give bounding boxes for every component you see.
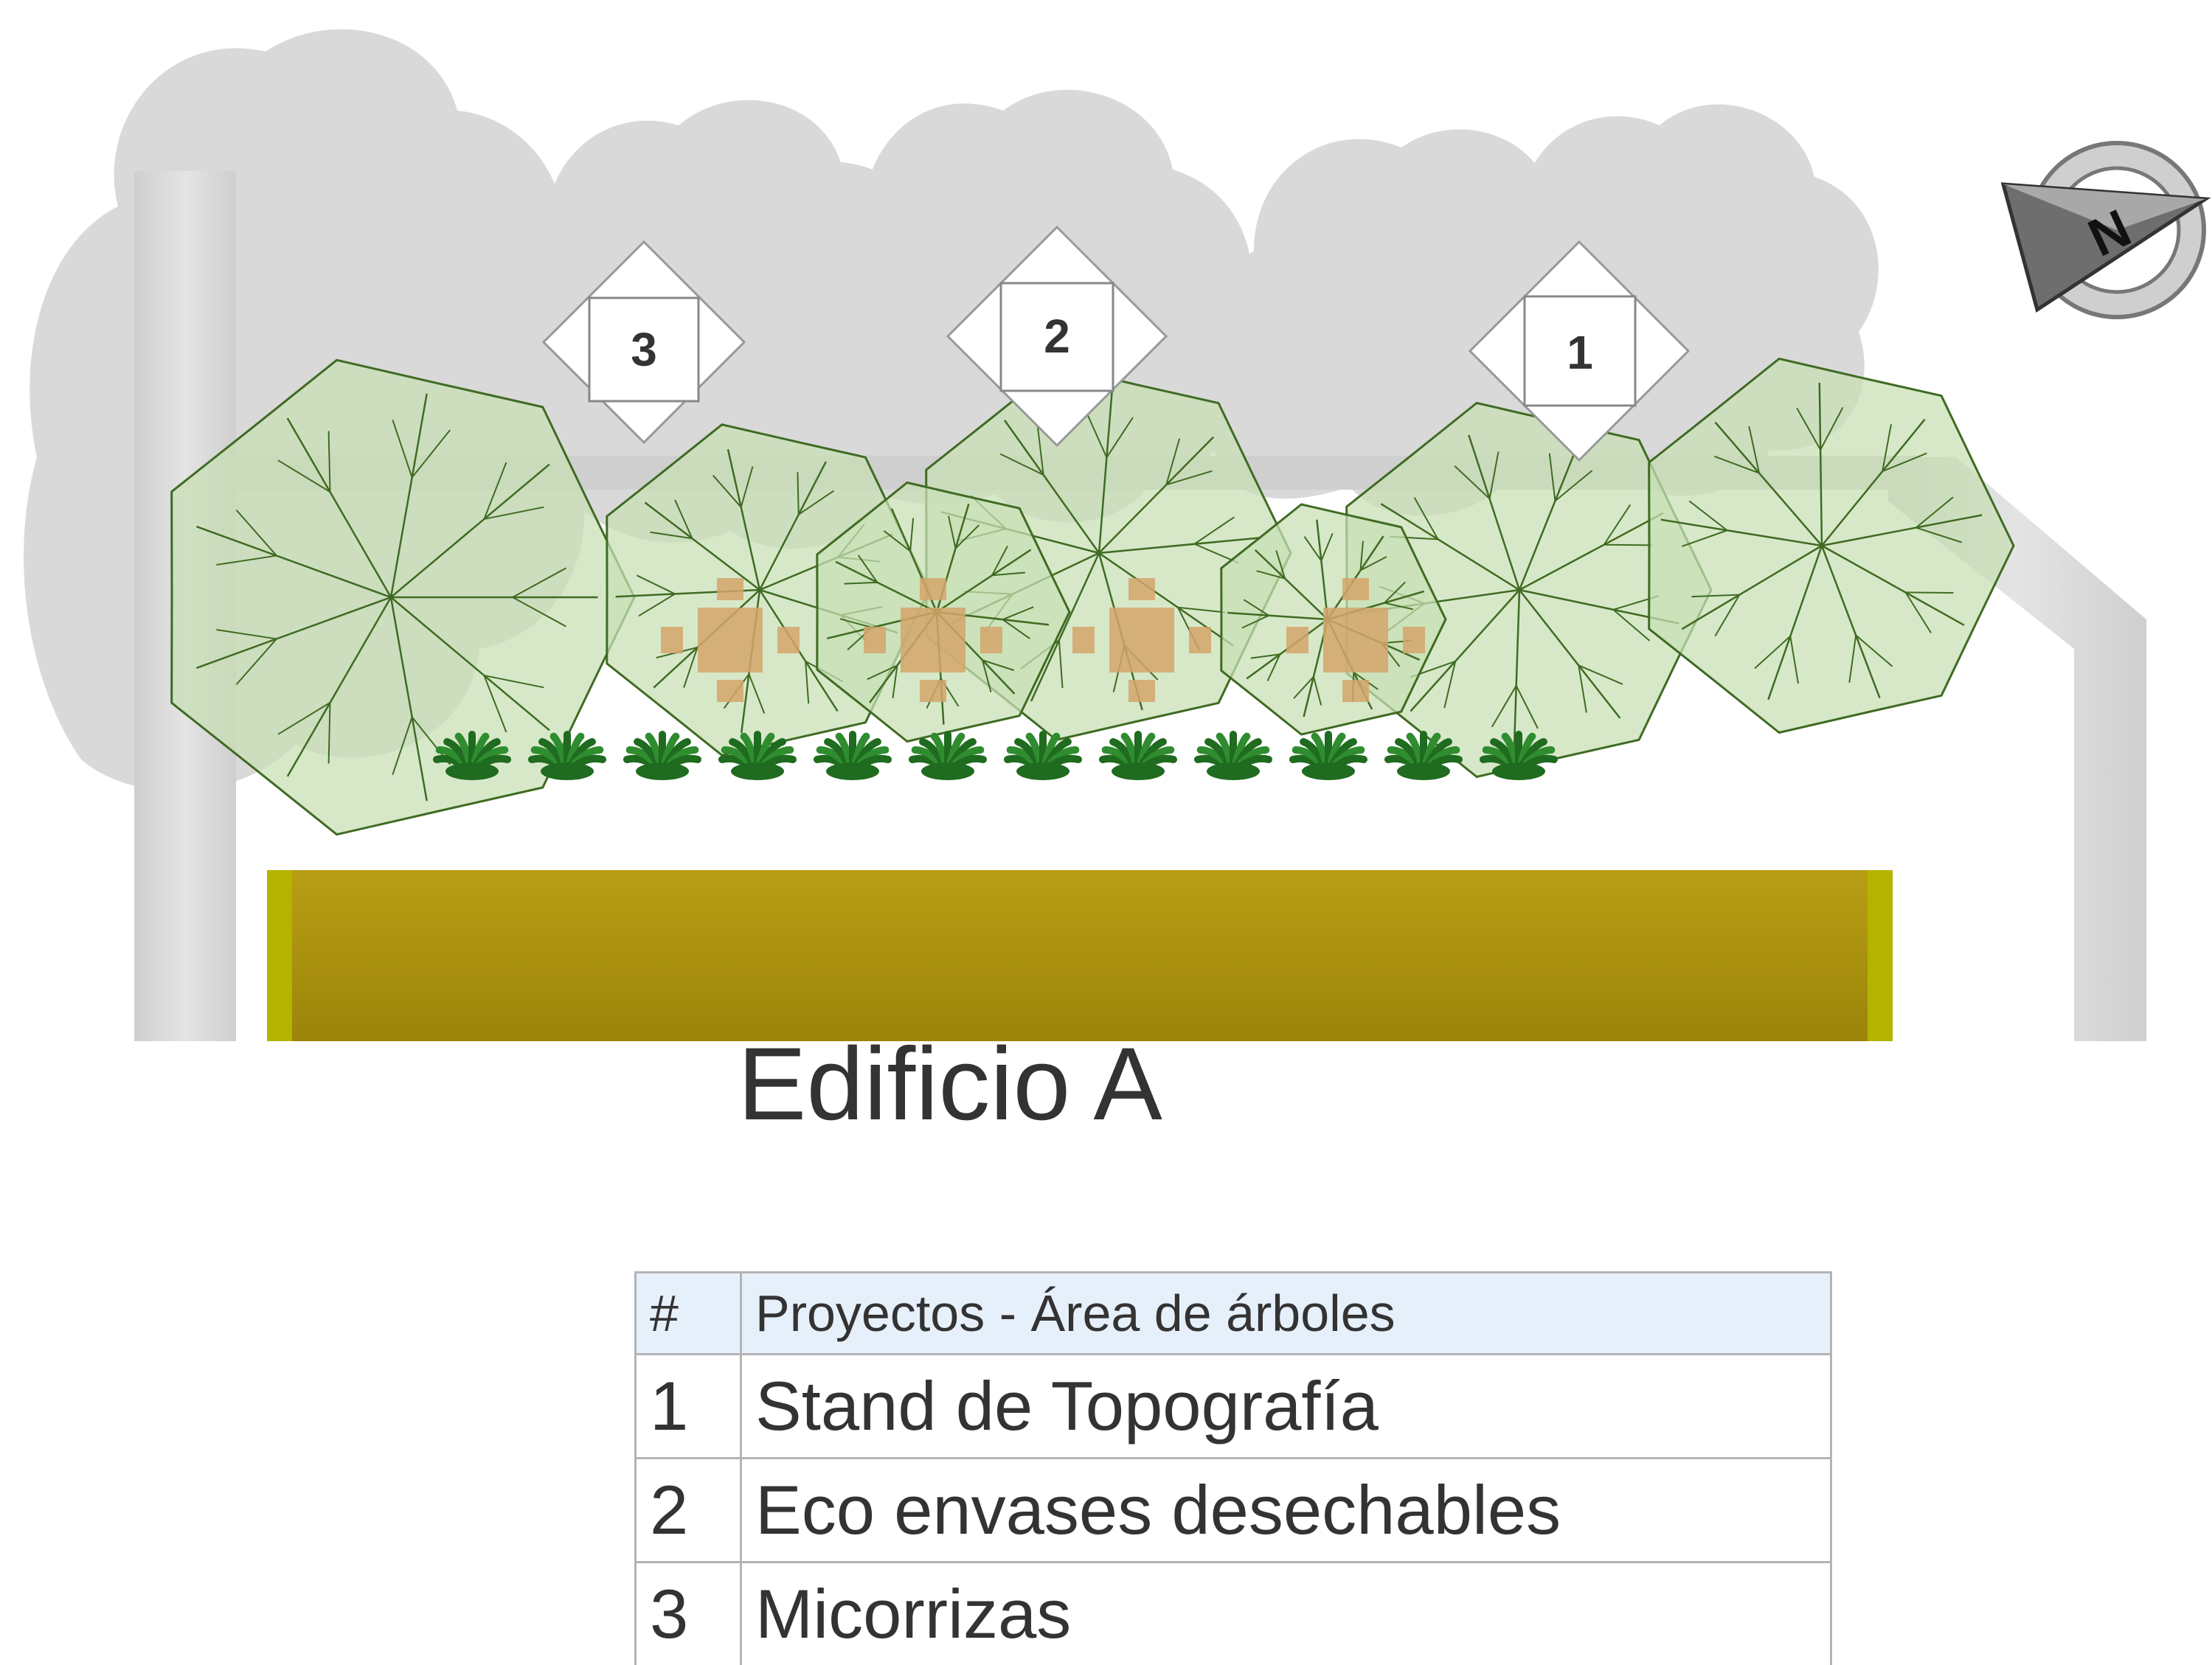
tree-canopies <box>172 359 2014 835</box>
legend-header-row: # Proyectos - Área de árboles <box>636 1273 1831 1355</box>
legend-row-name: Micorrizas <box>741 1563 1831 1665</box>
legend-row-num: 3 <box>636 1563 741 1665</box>
marker-2-label: 2 <box>1044 310 1070 363</box>
building-a <box>267 870 1893 1041</box>
table-row: 2 Eco envases desechables <box>636 1459 1831 1563</box>
shrub <box>437 734 507 780</box>
shrub <box>1293 734 1364 780</box>
building-label: Edificio A <box>738 1032 1162 1136</box>
north-compass: N <box>2003 143 2205 317</box>
legend-row-name: Stand de Topografía <box>741 1355 1831 1459</box>
shrub <box>912 734 983 780</box>
shrub <box>532 734 603 780</box>
legend-header-num: # <box>636 1273 741 1355</box>
shrub <box>627 734 698 780</box>
shrub <box>1008 734 1078 780</box>
projects-legend-table: # Proyectos - Área de árboles 1 Stand de… <box>634 1271 1832 1665</box>
legend-row-num: 1 <box>636 1355 741 1459</box>
table-row: 1 Stand de Topografía <box>636 1355 1831 1459</box>
shrub <box>1483 734 1554 780</box>
shrub <box>722 734 793 780</box>
legend-row-name: Eco envases desechables <box>741 1459 1831 1563</box>
shrub <box>817 734 888 780</box>
shrub <box>1388 734 1459 780</box>
legend-row-num: 2 <box>636 1459 741 1563</box>
legend-header-title: Proyectos - Área de árboles <box>741 1273 1831 1355</box>
marker-3-label: 3 <box>631 323 657 376</box>
marker-1-label: 1 <box>1567 326 1593 379</box>
shrub <box>1198 734 1269 780</box>
shrub <box>1103 734 1173 780</box>
shrub-row <box>437 734 1554 780</box>
table-row: 3 Micorrizas <box>636 1563 1831 1665</box>
